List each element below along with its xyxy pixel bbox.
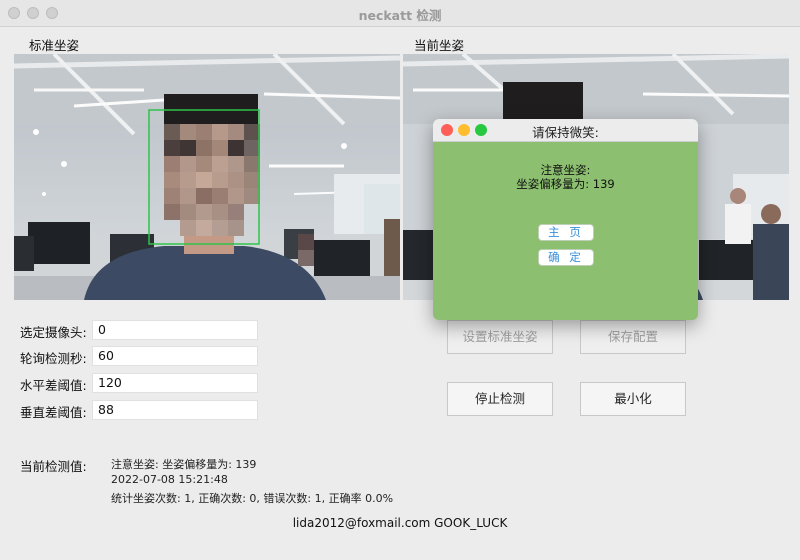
dialog-message-line2: 坐姿偏移量为: 139 [516, 177, 615, 191]
window-title: neckatt 检测 [358, 8, 442, 23]
save-config-button[interactable]: 保存配置 [580, 320, 686, 354]
poll-seconds-label: 轮询检测秒: [20, 351, 87, 366]
standard-posture-label: 标准坐姿 [23, 38, 86, 54]
dialog-titlebar: 请保持微笑: [433, 119, 698, 142]
horizontal-threshold-label: 水平差阈值: [20, 378, 87, 393]
standard-camera-view [14, 54, 400, 300]
stop-detect-button[interactable]: 停止检测 [447, 382, 553, 416]
minimize-button[interactable]: 最小化 [580, 382, 686, 416]
horizontal-threshold-input[interactable]: 120 [92, 373, 258, 393]
dialog-home-button[interactable]: 主 页 [538, 224, 594, 241]
window-titlebar: neckatt 检测 [0, 0, 800, 27]
status-line-timestamp: 2022-07-08 15:21:48 [111, 473, 228, 486]
camera-select-label: 选定摄像头: [20, 325, 87, 340]
vertical-threshold-label: 垂直差阈值: [20, 405, 87, 420]
status-line-posture: 注意坐姿: 坐姿偏移量为: 139 [111, 458, 257, 471]
vertical-threshold-input[interactable]: 88 [92, 400, 258, 420]
set-standard-posture-button[interactable]: 设置标准坐姿 [447, 320, 553, 354]
camera-select-input[interactable]: 0 [92, 320, 258, 340]
smile-alert-dialog: 请保持微笑: 注意坐姿: 坐姿偏移量为: 139 主 页 确 定 [433, 119, 698, 320]
current-posture-label: 当前坐姿 [408, 38, 471, 54]
status-line-statistics: 统计坐姿次数: 1, 正确次数: 0, 错误次数: 1, 正确率 0.0% [111, 492, 394, 505]
current-value-label: 当前检测值: [20, 459, 87, 474]
footer-contact: lida2012@foxmail.com GOOK_LUCK [292, 516, 508, 530]
dialog-title: 请保持微笑: [532, 125, 599, 140]
poll-seconds-input[interactable]: 60 [92, 346, 258, 366]
dialog-ok-button[interactable]: 确 定 [538, 249, 594, 266]
